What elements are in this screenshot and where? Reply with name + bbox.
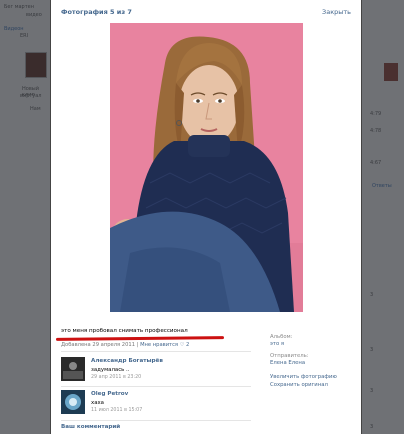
comment-text: хаха [91, 400, 104, 406]
album-label: Альбом: [270, 334, 293, 340]
heart-icon: ♡ [179, 342, 185, 348]
close-button[interactable]: Закрыть [322, 8, 351, 16]
likes-count: 2 [186, 342, 190, 348]
sender-label: Отправитель: [270, 353, 309, 359]
bg-right-text-4: Ответы [372, 183, 392, 189]
bg-text-3: Видеон [4, 26, 24, 32]
enlarge-photo-link[interactable]: Увеличить фотографию [270, 374, 337, 380]
comment-text: задумалась .. [91, 367, 130, 373]
bg-right-text-3: 4:67 [370, 160, 382, 166]
save-original-link[interactable]: Сохранить оригинал [270, 382, 328, 388]
divider-3 [61, 420, 251, 421]
added-prefix: Добавлена [61, 342, 91, 348]
bg-right-text-7: 3 [370, 388, 374, 394]
bg-text-2: видео [26, 12, 42, 18]
red-underline-annotation [55, 336, 225, 341]
bg-right-text-6: 3 [370, 347, 374, 353]
divider-1 [61, 351, 251, 352]
bg-text-7: Нам [30, 106, 41, 112]
photo-viewer-modal: Фотография 5 из 7 Закрыть это меня пробо… [50, 0, 362, 434]
comment-author[interactable]: Oleg Petrov [91, 391, 128, 397]
main-photo[interactable] [110, 23, 303, 312]
avatar[interactable] [61, 390, 85, 414]
photo-counter-title: Фотография 5 из 7 [61, 8, 132, 16]
bg-right-text-8: 3 [370, 424, 374, 430]
background-left-column: Бег мартен видео Видеон ERI Новый клип в… [0, 0, 50, 434]
bg-text-4: ERI [20, 33, 29, 39]
added-date: 29 апреля 2011 [92, 342, 135, 348]
photo-meta-row: Добавлена 29 апреля 2011 | Мне нравится … [61, 342, 189, 348]
bg-text-6: виртуал [20, 93, 42, 99]
sender-link[interactable]: Елена Елена [270, 360, 305, 366]
background-right-column: 4:79 4:78 4:67 Ответы 3 3 3 3 [362, 0, 404, 434]
photo-caption: это меня пробовал снимать профессионал [61, 328, 188, 334]
bg-right-text-5: 3 [370, 292, 374, 298]
bg-text-1: Бег мартен [4, 4, 34, 10]
comment-item: Oleg Petrov хаха 11 июл 2011 в 15:07 [61, 390, 256, 418]
bg-right-text-1: 4:79 [370, 111, 382, 117]
album-link[interactable]: это я [270, 341, 284, 347]
like-button[interactable]: Мне нравится [140, 342, 178, 348]
divider-2 [61, 386, 251, 387]
bg-right-text-2: 4:78 [370, 128, 382, 134]
meta-separator: | [136, 342, 139, 348]
bg-right-thumbnail [384, 63, 398, 81]
comment-author[interactable]: Александр Богатырёв [91, 358, 163, 364]
your-comment-label: Ваш комментарий [61, 424, 121, 430]
comment-item: Александр Богатырёв задумалась .. 29 апр… [61, 357, 256, 385]
avatar[interactable] [61, 357, 85, 381]
comment-date: 29 апр 2011 в 23:20 [91, 375, 142, 380]
bg-video-thumbnail [25, 52, 47, 78]
comment-date: 11 июл 2011 в 15:07 [91, 408, 143, 413]
